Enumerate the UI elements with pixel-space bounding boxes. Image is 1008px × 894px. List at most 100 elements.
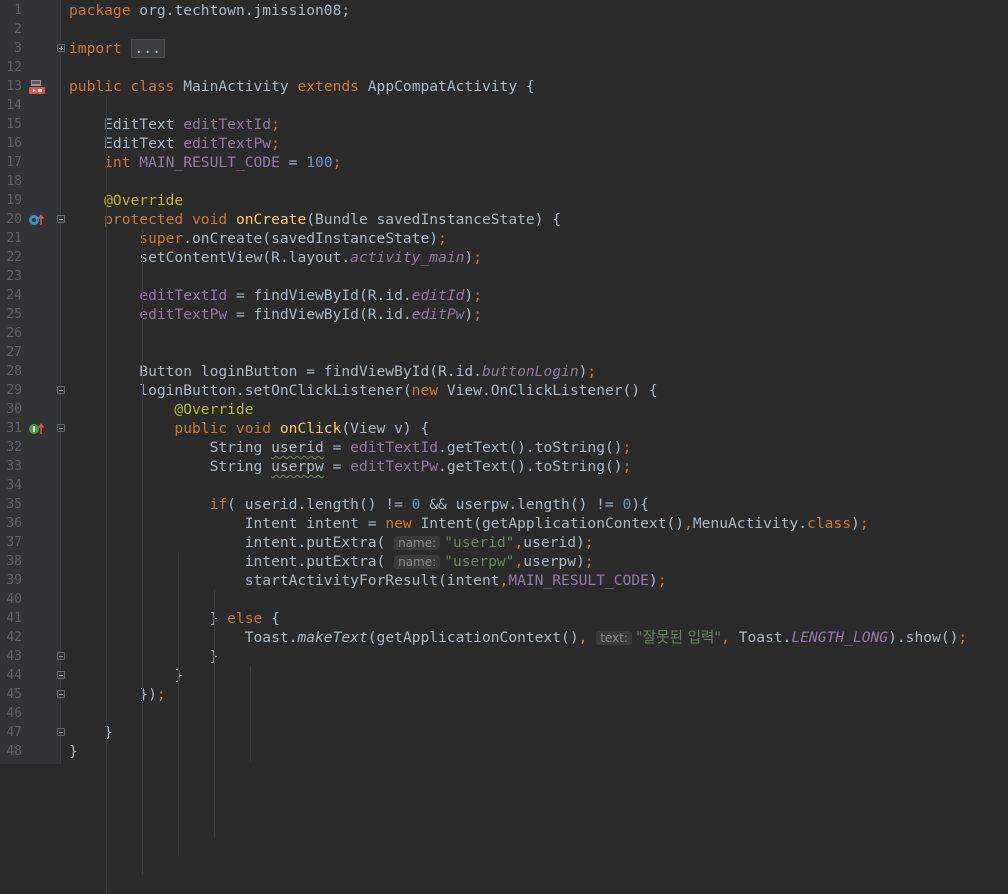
code-text[interactable]: setContentView(R.layout.activity_main);	[69, 248, 482, 267]
line-number[interactable]: 16	[0, 134, 22, 153]
code-text[interactable]: String userpw = editTextPw.getText().toS…	[69, 457, 632, 476]
line-number[interactable]: 2	[0, 20, 22, 39]
code-line[interactable]: 46	[0, 704, 1008, 723]
code-line[interactable]: 37 intent.putExtra( name: "userid",userid…	[0, 533, 1008, 552]
fold-expand-icon[interactable]	[57, 44, 65, 52]
code-text[interactable]: public class MainActivity extends AppCom…	[69, 77, 535, 96]
code-text[interactable]: @Override	[69, 191, 183, 210]
code-text[interactable]: editTextPw = findViewById(R.id.editPw);	[69, 305, 482, 324]
code-line[interactable]: 2	[0, 20, 1008, 39]
code-text[interactable]: Toast.makeText(getApplicationContext(), …	[69, 628, 967, 648]
code-line[interactable]: 32 String userid = editTextId.getText().…	[0, 438, 1008, 457]
line-number[interactable]: 27	[0, 343, 22, 362]
code-line[interactable]: 22 setContentView(R.layout.activity_main…	[0, 248, 1008, 267]
line-number[interactable]: 23	[0, 267, 22, 286]
fold-collapse-icon[interactable]	[57, 215, 65, 223]
line-number[interactable]: 3	[0, 39, 22, 58]
line-number[interactable]: 34	[0, 476, 22, 495]
line-number[interactable]: 40	[0, 590, 22, 609]
code-text[interactable]: });	[69, 685, 165, 704]
code-text[interactable]: if( userid.length() != 0 && userpw.lengt…	[69, 495, 649, 514]
line-number[interactable]: 19	[0, 191, 22, 210]
fold-collapse-icon[interactable]	[57, 671, 65, 679]
code-line[interactable]: 13 public class MainActivity extends AppC…	[0, 77, 1008, 96]
code-text[interactable]: EditText editTextPw;	[69, 134, 280, 153]
code-text[interactable]: String userid = editTextId.getText().toS…	[69, 438, 632, 457]
code-line[interactable]: 15 EditText editTextId;	[0, 115, 1008, 134]
run-gutter-icon[interactable]	[28, 80, 45, 94]
code-text[interactable]: import ...	[69, 39, 165, 58]
line-number[interactable]: 22	[0, 248, 22, 267]
implement-method-icon[interactable]	[28, 422, 45, 435]
line-number[interactable]: 43	[0, 647, 22, 666]
code-text[interactable]: }	[69, 666, 183, 685]
line-number[interactable]: 44	[0, 666, 22, 685]
code-line[interactable]: 26	[0, 324, 1008, 343]
line-number[interactable]: 15	[0, 115, 22, 134]
code-line[interactable]: 31 public void onClick(View v) {	[0, 419, 1008, 438]
line-number[interactable]: 18	[0, 172, 22, 191]
fold-collapse-icon[interactable]	[57, 424, 65, 432]
line-number[interactable]: 42	[0, 628, 22, 647]
line-number[interactable]: 24	[0, 286, 22, 305]
code-line[interactable]: 40	[0, 590, 1008, 609]
code-text[interactable]: } else {	[69, 609, 280, 628]
code-text[interactable]: }	[69, 647, 219, 666]
line-number[interactable]: 13	[0, 77, 22, 96]
fold-collapse-icon[interactable]	[57, 386, 65, 394]
code-line[interactable]: 42 Toast.makeText(getApplicationContext(…	[0, 628, 1008, 647]
code-line[interactable]: 24 editTextId = findViewById(R.id.editId…	[0, 286, 1008, 305]
code-line[interactable]: 3 import ...	[0, 39, 1008, 58]
code-line[interactable]: 30 @Override	[0, 400, 1008, 419]
line-number[interactable]: 36	[0, 514, 22, 533]
line-number[interactable]: 33	[0, 457, 22, 476]
code-line[interactable]: 27	[0, 343, 1008, 362]
line-number[interactable]: 12	[0, 58, 22, 77]
code-line[interactable]: 19 @Override	[0, 191, 1008, 210]
code-line[interactable]: 14	[0, 96, 1008, 115]
code-text[interactable]: public void onClick(View v) {	[69, 419, 429, 438]
line-number[interactable]: 46	[0, 704, 22, 723]
code-text[interactable]: package org.techtown.jmission08;	[69, 1, 350, 20]
code-text[interactable]: EditText editTextId;	[69, 115, 280, 134]
code-line[interactable]: 39 startActivityForResult(intent,MAIN_RE…	[0, 571, 1008, 590]
line-number[interactable]: 38	[0, 552, 22, 571]
code-line[interactable]: 25 editTextPw = findViewById(R.id.editPw…	[0, 305, 1008, 324]
code-line[interactable]: 23	[0, 267, 1008, 286]
code-line[interactable]: 21 super.onCreate(savedInstanceState);	[0, 229, 1008, 248]
line-number[interactable]: 26	[0, 324, 22, 343]
code-line[interactable]: 35 if( userid.length() != 0 && userpw.le…	[0, 495, 1008, 514]
code-text[interactable]: }	[69, 742, 78, 761]
line-number[interactable]: 17	[0, 153, 22, 172]
line-number[interactable]: 31	[0, 419, 22, 438]
code-text[interactable]: intent.putExtra( name: "userid",userid);	[69, 533, 594, 553]
code-line[interactable]: 29 loginButton.setOnClickListener(new Vi…	[0, 381, 1008, 400]
line-number[interactable]: 28	[0, 362, 22, 381]
code-line[interactable]: 38 intent.putExtra( name: "userpw",userpw…	[0, 552, 1008, 571]
code-line[interactable]: 12	[0, 58, 1008, 77]
code-text[interactable]: loginButton.setOnClickListener(new View.…	[69, 381, 657, 400]
fold-collapse-icon[interactable]	[57, 652, 65, 660]
line-number[interactable]: 21	[0, 229, 22, 248]
code-text[interactable]: editTextId = findViewById(R.id.editId);	[69, 286, 482, 305]
code-line[interactable]: 28 Button loginButton = findViewById(R.i…	[0, 362, 1008, 381]
code-line[interactable]: 36 Intent intent = new Intent(getApplica…	[0, 514, 1008, 533]
code-line[interactable]: 18	[0, 172, 1008, 191]
code-line[interactable]: 48}	[0, 742, 1008, 761]
code-text[interactable]: int MAIN_RESULT_CODE = 100;	[69, 153, 341, 172]
override-method-icon[interactable]	[28, 213, 45, 226]
code-line[interactable]: 45 });	[0, 685, 1008, 704]
fold-collapse-icon[interactable]	[57, 690, 65, 698]
code-text[interactable]: startActivityForResult(intent,MAIN_RESUL…	[69, 571, 667, 590]
line-number[interactable]: 35	[0, 495, 22, 514]
fold-collapse-icon[interactable]	[57, 728, 65, 736]
line-number[interactable]: 39	[0, 571, 22, 590]
code-line[interactable]: 47 }	[0, 723, 1008, 742]
line-number[interactable]: 25	[0, 305, 22, 324]
line-number[interactable]: 20	[0, 210, 22, 229]
line-number[interactable]: 14	[0, 96, 22, 115]
code-text[interactable]: protected void onCreate(Bundle savedInst…	[69, 210, 561, 229]
code-line[interactable]: 1 package org.techtown.jmission08;	[0, 1, 1008, 20]
code-text[interactable]: super.onCreate(savedInstanceState);	[69, 229, 447, 248]
code-text[interactable]: @Override	[69, 400, 253, 419]
